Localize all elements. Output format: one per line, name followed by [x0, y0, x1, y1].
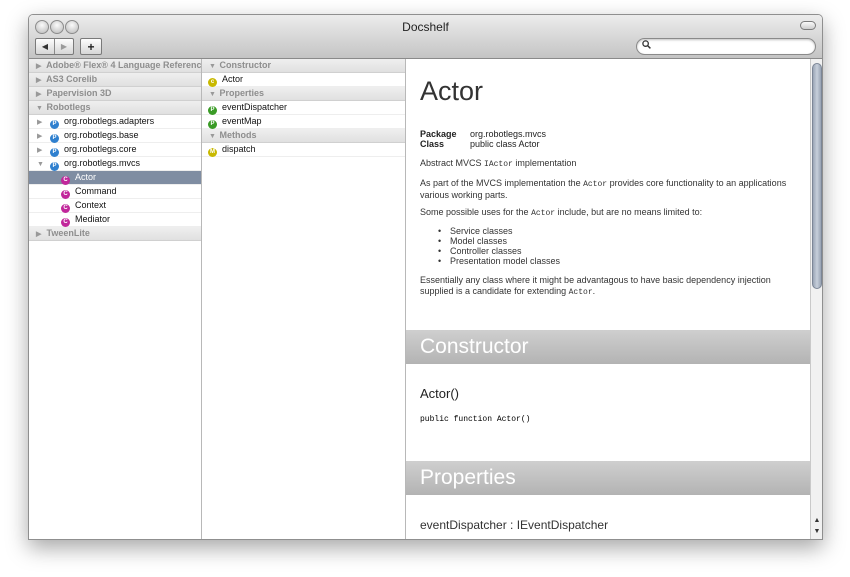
doc-title: Actor: [420, 76, 484, 106]
class-value: public class Actor: [470, 139, 540, 149]
member-label: eventDispatcher: [222, 102, 288, 112]
library-group-label: Adobe® Flex® 4 Language Reference: [46, 60, 202, 70]
class-label: Actor: [75, 172, 97, 182]
section-methods[interactable]: ▼ Methods: [202, 129, 405, 143]
section-properties[interactable]: ▼ Properties: [202, 87, 405, 101]
section-constructor[interactable]: ▼ Constructor: [202, 59, 405, 73]
class-label: Mediator: [75, 214, 111, 224]
disclosure-triangle-icon[interactable]: ▶: [37, 144, 45, 157]
member-item[interactable]: Mdispatch: [202, 143, 405, 157]
package-item[interactable]: ▶ Porg.robotlegs.core: [29, 143, 201, 157]
section-label: Constructor: [219, 60, 272, 70]
library-group-label: AS3 Corelib: [46, 74, 98, 84]
scroll-up-arrow-icon[interactable]: ▲: [812, 515, 822, 526]
method-icon: M: [208, 148, 217, 157]
class-icon: C: [61, 204, 70, 213]
class-icon: C: [61, 176, 70, 185]
search-field[interactable]: [636, 38, 816, 55]
list-item: Presentation model classes: [438, 256, 560, 266]
package-info: Package org.robotlegs.mvcs: [420, 129, 546, 139]
class-item[interactable]: C Command: [29, 185, 201, 199]
package-key: Package: [420, 129, 457, 139]
package-icon: P: [50, 148, 60, 157]
property-signature: eventDispatcher : IEventDispatcher: [420, 518, 609, 532]
doc-scrollbar[interactable]: ▲ ▼: [810, 59, 822, 539]
constructor-icon: c: [208, 78, 217, 87]
search-icon: [642, 40, 651, 52]
library-group[interactable]: ▶ TweenLite: [29, 227, 201, 241]
list-item: Service classes: [438, 226, 560, 236]
section-label: Properties: [219, 88, 265, 98]
property-icon: P: [208, 106, 217, 115]
member-label: Actor: [222, 74, 244, 84]
property-icon: P: [208, 120, 217, 129]
member-item[interactable]: PeventDispatcher: [202, 101, 405, 115]
library-tree: ▶ Adobe® Flex® 4 Language Reference ▶ AS…: [29, 59, 202, 539]
package-item[interactable]: ▶ Porg.robotlegs.adapters: [29, 115, 201, 129]
list-item: Controller classes: [438, 246, 560, 256]
package-label: org.robotlegs.core: [64, 144, 137, 154]
package-label: org.robotlegs.adapters: [64, 116, 155, 126]
properties-heading: Properties: [406, 461, 810, 495]
package-label: org.robotlegs.base: [64, 130, 139, 140]
section-label: Methods: [219, 130, 257, 140]
library-group-label: Papervision 3D: [46, 88, 112, 98]
add-button[interactable]: +: [80, 38, 102, 55]
package-item[interactable]: ▶ Porg.robotlegs.base: [29, 129, 201, 143]
library-group[interactable]: ▶ Papervision 3D: [29, 87, 201, 101]
library-group[interactable]: ▼ Robotlegs: [29, 101, 201, 115]
window-title: Docshelf: [402, 20, 449, 34]
doc-paragraph: As part of the MVCS implementation the A…: [420, 178, 787, 200]
package-icon: P: [50, 162, 60, 171]
library-group[interactable]: ▶ Adobe® Flex® 4 Language Reference: [29, 59, 201, 73]
member-label: dispatch: [222, 144, 256, 154]
disclosure-triangle-icon[interactable]: ▶: [37, 130, 45, 143]
library-group-label: TweenLite: [46, 228, 90, 238]
package-label: org.robotlegs.mvcs: [64, 158, 141, 168]
search-input[interactable]: [655, 39, 805, 54]
doc-paragraph: Essentially any class where it might be …: [420, 275, 771, 297]
member-item[interactable]: PeventMap: [202, 115, 405, 129]
back-button[interactable]: ◀: [36, 39, 54, 54]
class-icon: C: [61, 190, 70, 199]
library-group-label: Robotlegs: [46, 102, 91, 112]
package-item[interactable]: ▼ Porg.robotlegs.mvcs: [29, 157, 201, 171]
library-group[interactable]: ▶ AS3 Corelib: [29, 73, 201, 87]
class-icon: C: [61, 218, 70, 227]
class-label: Command: [75, 186, 117, 196]
members-list: ▼ Constructor c Actor ▼ Properties Pevent…: [202, 59, 406, 539]
package-icon: P: [50, 134, 60, 143]
history-nav: ◀ ▶: [35, 38, 74, 55]
class-item[interactable]: C Mediator: [29, 213, 201, 227]
class-info: Class public class Actor: [420, 139, 540, 149]
scroll-down-arrow-icon[interactable]: ▼: [812, 526, 822, 537]
toolbar-toggle-button[interactable]: [800, 21, 816, 30]
constructor-signature: Actor(): [420, 386, 459, 401]
member-label: eventMap: [222, 116, 262, 126]
documentation-view: Actor Package org.robotlegs.mvcs Class pub…: [406, 59, 810, 539]
class-item[interactable]: C Context: [29, 199, 201, 213]
forward-button[interactable]: ▶: [54, 39, 73, 54]
app-window: Docshelf ◀ ▶ + ▶ Adobe® Flex® 4 Language…: [28, 14, 823, 540]
doc-summary: Abstract MVCS IActor implementation: [420, 158, 577, 169]
package-icon: P: [50, 120, 60, 129]
class-item-selected[interactable]: C Actor: [29, 171, 201, 185]
constructor-code: public function Actor(): [420, 415, 531, 424]
use-list: Service classes Model classes Controller…: [438, 226, 560, 266]
class-label: Context: [75, 200, 107, 210]
constructor-heading: Constructor: [406, 330, 810, 364]
package-value: org.robotlegs.mvcs: [470, 129, 547, 139]
class-key: Class: [420, 139, 445, 149]
member-item[interactable]: c Actor: [202, 73, 405, 87]
scrollbar-thumb[interactable]: [812, 63, 822, 289]
disclosure-triangle-icon[interactable]: ▶: [37, 116, 45, 129]
disclosure-triangle-icon[interactable]: ▼: [37, 158, 45, 171]
list-item: Model classes: [438, 236, 560, 246]
toolbar: Docshelf ◀ ▶ +: [29, 15, 822, 59]
doc-paragraph: Some possible uses for the Actor include…: [420, 207, 703, 218]
